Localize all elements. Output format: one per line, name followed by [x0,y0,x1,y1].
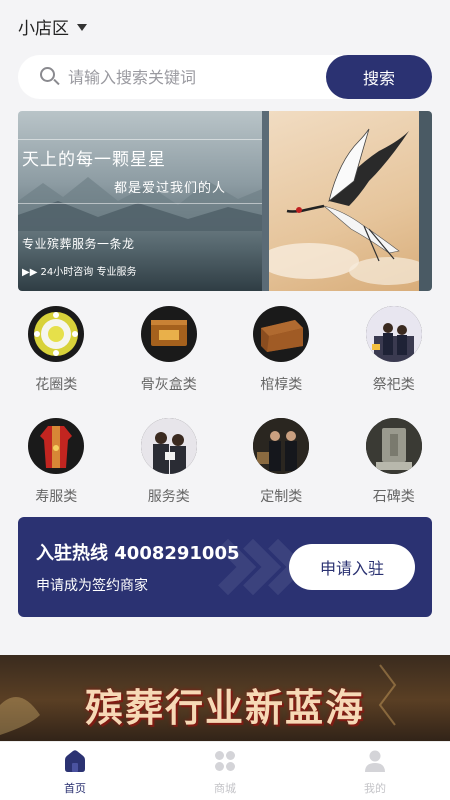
category-item[interactable]: 石碑类 [338,412,450,516]
banner-subheadline: 都是爱过我们的人 [114,181,227,196]
search-bar: 搜索 [18,55,432,99]
home-icon [62,748,88,774]
category-item[interactable]: 骨灰盒类 [113,300,226,404]
tab-label: 首页 [64,782,86,795]
user-icon [362,748,388,774]
promo-banner[interactable]: 殡葬行业新蓝海 [0,655,450,745]
memorial-ceremony-icon [365,306,422,362]
bottom-tab-bar: 首页 商城 我的 [0,741,450,800]
custom-service-icon [253,418,310,474]
search-input[interactable] [68,57,318,97]
category-label: 服务类 [147,489,190,505]
banner-headline: 天上的每一颗星星 [22,150,166,170]
grid-icon [212,748,238,774]
apply-join-button[interactable]: 申请入驻 [289,544,415,590]
caret-down-icon [77,23,87,31]
banner-carousel[interactable]: 天上的每一颗星星 都是爱过我们的人 专业殡葬服务一条龙 ▶▶ 24小时咨询 专业… [18,111,432,291]
banner-crane-image [259,111,429,291]
wreath-icon [28,306,85,362]
category-item[interactable]: 棺椁类 [225,300,338,404]
banner-separator [262,111,269,291]
banner-service-text: 专业殡葬服务一条龙 [22,237,135,251]
category-label: 棺椁类 [260,377,303,393]
category-label: 定制类 [260,489,303,505]
tab-label: 商城 [214,782,236,795]
urn-box-icon [140,306,197,362]
promo-headline: 殡葬行业新蓝海 [84,685,365,730]
top-bar: 小店区 [0,0,450,52]
category-item[interactable]: 花圈类 [0,300,113,404]
category-item[interactable]: 服务类 [113,412,226,516]
coffin-icon [253,306,310,362]
category-label: 石碑类 [372,489,415,505]
burial-clothes-icon [28,418,85,474]
category-label: 骨灰盒类 [140,377,197,393]
hotline-subtitle: 申请成为签约商家 [36,578,148,594]
category-item[interactable]: 寿服类 [0,412,113,516]
tab-label: 我的 [364,782,386,795]
search-button[interactable]: 搜索 [326,55,432,99]
category-label: 寿服类 [35,489,78,505]
category-label: 花圈类 [35,377,78,393]
merchant-hotline-card: 入驻热线 4008291005 申请成为签约商家 申请入驻 [18,517,432,617]
crane-icon [259,128,429,285]
category-label: 祭祀类 [372,377,415,393]
tab-profile[interactable]: 我的 [300,742,450,800]
tab-home[interactable]: 首页 [0,742,150,800]
tab-mall[interactable]: 商城 [150,742,300,800]
hotline-title: 入驻热线 4008291005 [36,543,240,564]
location-label: 小店区 [18,18,69,39]
tombstone-icon [365,418,422,474]
location-selector[interactable]: 小店区 [18,14,87,39]
category-item[interactable]: 定制类 [225,412,338,516]
banner-slide-landscape: 天上的每一颗星星 都是爱过我们的人 专业殡葬服务一条龙 ▶▶ 24小时咨询 专业… [18,111,262,291]
service-staff-icon [140,418,197,474]
category-item[interactable]: 祭祀类 [338,300,450,404]
banner-next-slide-edge [419,111,432,291]
search-icon [36,62,66,92]
banner-consult-text: ▶▶ 24小时咨询 专业服务 [22,267,137,278]
category-grid: 花圈类 骨灰盒类 棺椁类 祭祀类 寿服类 服务类 定制类 石碑类 [0,300,450,516]
